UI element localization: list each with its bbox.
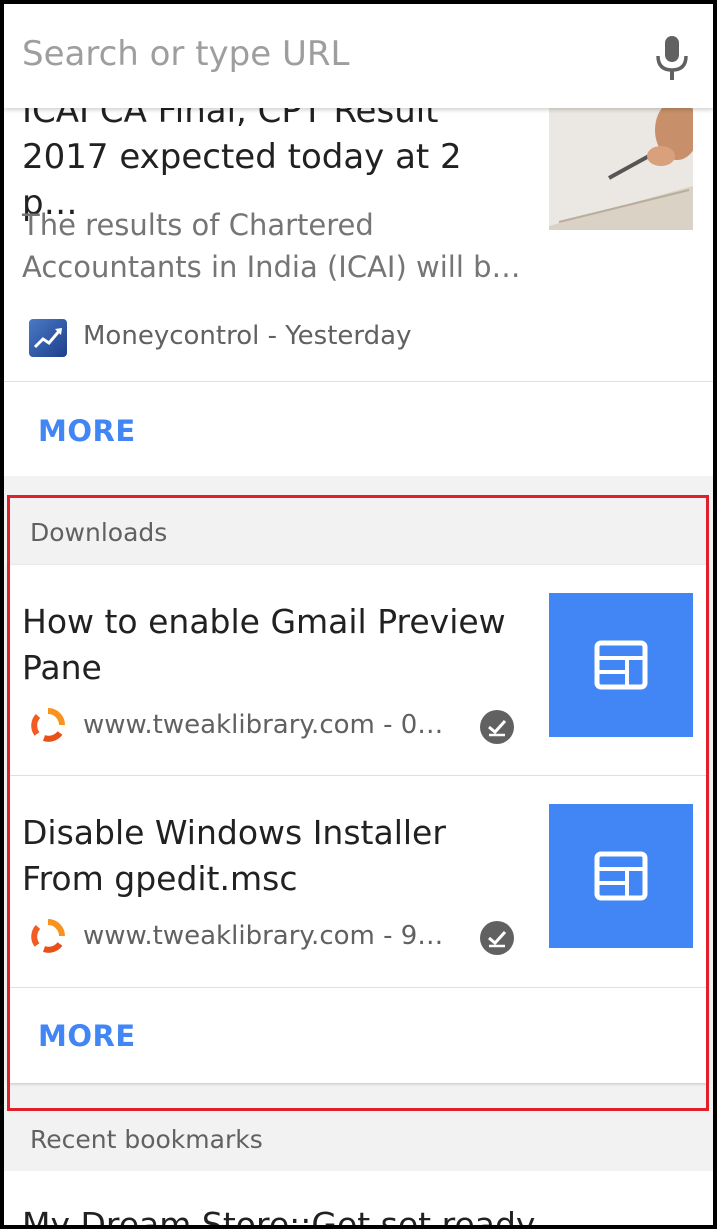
download-url: www.tweaklibrary.com - 0… bbox=[83, 710, 444, 740]
download-title[interactable]: How to enable Gmail Preview Pane bbox=[22, 599, 522, 691]
download-title[interactable]: Disable Windows Installer From gpedit.ms… bbox=[22, 810, 522, 902]
article-source: Moneycontrol - Yesterday bbox=[83, 321, 412, 351]
article-card[interactable]: ICAI CA Final, CPT Result 2017 expected … bbox=[4, 108, 713, 476]
page-layout-icon bbox=[594, 640, 648, 690]
microphone-icon[interactable] bbox=[652, 34, 692, 82]
url-bar[interactable]: Search or type URL bbox=[4, 4, 713, 108]
downloaded-check-icon bbox=[480, 921, 514, 955]
downloads-card: How to enable Gmail Preview Pane www.twe… bbox=[8, 565, 708, 1083]
download-item[interactable]: Disable Windows Installer From gpedit.ms… bbox=[8, 776, 708, 986]
downloads-section-header: Downloads bbox=[4, 498, 713, 566]
bookmark-title[interactable]: My Dream Store::Get set ready bbox=[22, 1205, 535, 1229]
download-thumbnail[interactable] bbox=[549, 804, 693, 948]
bookmarks-card: My Dream Store::Get set ready bbox=[4, 1171, 713, 1229]
downloads-more-button[interactable]: MORE bbox=[38, 1019, 136, 1053]
downloaded-check-icon bbox=[480, 710, 514, 744]
page-layout-icon bbox=[594, 851, 648, 901]
section-title: Downloads bbox=[30, 518, 168, 547]
download-thumbnail[interactable] bbox=[549, 593, 693, 737]
divider bbox=[8, 987, 708, 988]
bookmarks-section-header: Recent bookmarks bbox=[4, 1105, 713, 1173]
article-thumbnail bbox=[549, 108, 693, 230]
search-input[interactable]: Search or type URL bbox=[22, 34, 349, 74]
tweaklibrary-favicon-icon bbox=[31, 708, 65, 742]
divider bbox=[4, 381, 713, 382]
more-button[interactable]: MORE bbox=[38, 414, 136, 448]
section-title: Recent bookmarks bbox=[30, 1125, 263, 1154]
article-snippet: The results of Chartered Accountants in … bbox=[22, 208, 521, 284]
tweaklibrary-favicon-icon bbox=[31, 919, 65, 953]
download-item[interactable]: How to enable Gmail Preview Pane www.twe… bbox=[8, 565, 708, 775]
download-url: www.tweaklibrary.com - 9… bbox=[83, 921, 444, 951]
moneycontrol-logo-icon bbox=[29, 319, 67, 357]
